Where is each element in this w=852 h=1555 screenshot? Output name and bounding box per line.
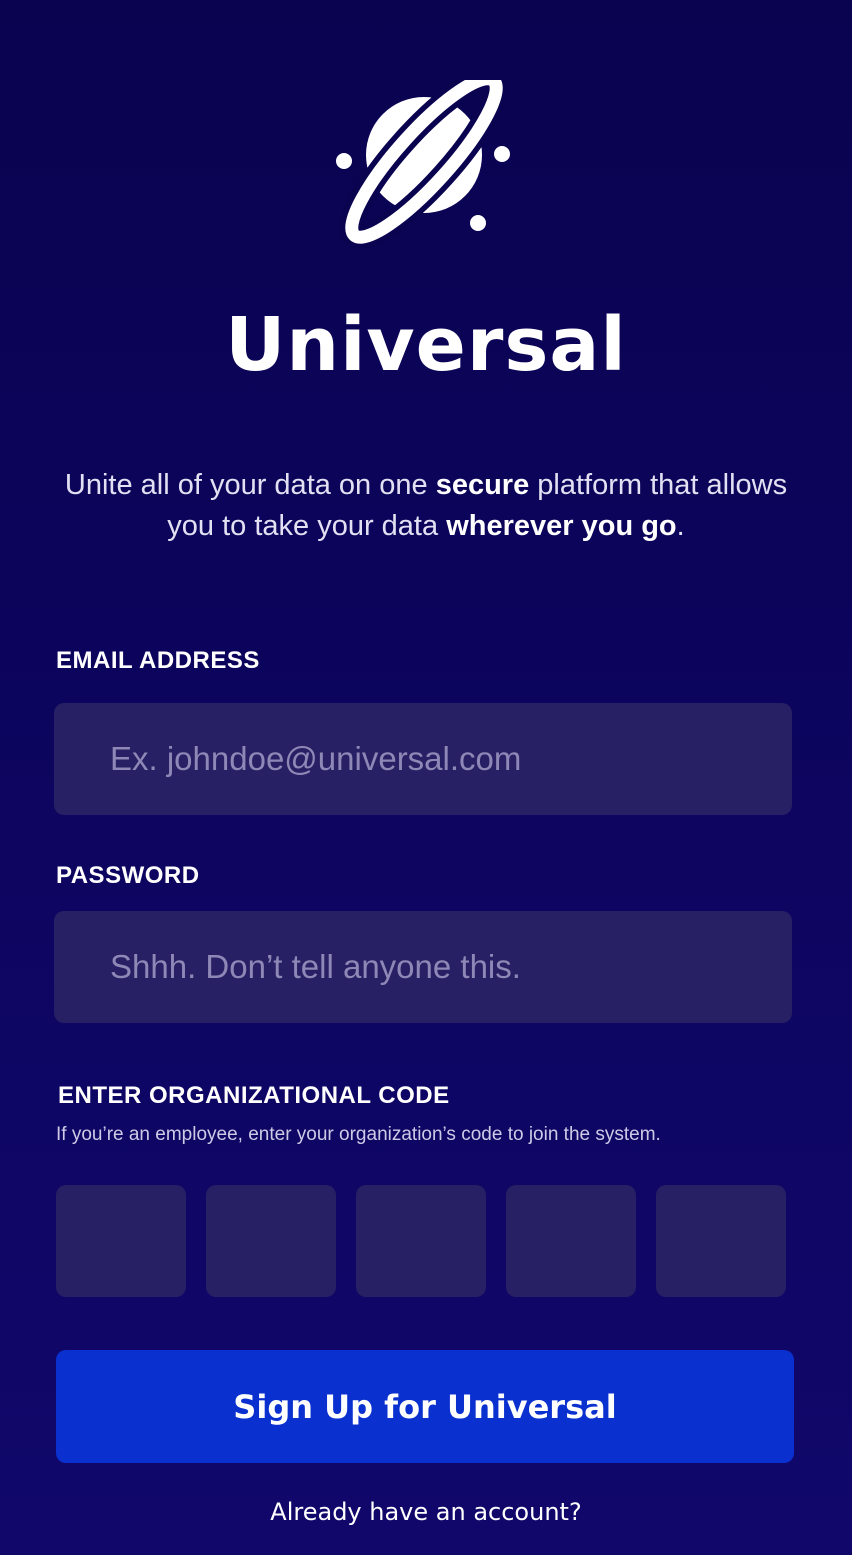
signin-link[interactable]: Already have an account? [0,1498,852,1526]
org-code-hint: If you’re an employee, enter your organi… [56,1124,661,1145]
password-field[interactable] [54,911,792,1023]
org-code-digit-3[interactable] [356,1185,486,1297]
org-code-digit-5[interactable] [656,1185,786,1297]
planet-icon [336,80,510,250]
email-label: EMAIL ADDRESS [56,647,260,674]
tagline: Unite all of your data on one secure pla… [60,465,792,547]
email-field[interactable] [54,703,792,815]
tagline-text: Unite all of your data on one [64,469,436,501]
org-code-digit-4[interactable] [506,1185,636,1297]
password-label: PASSWORD [56,862,200,889]
tagline-emphasis-wherever: wherever you go [446,510,677,542]
app-title: Universal [225,302,627,388]
tagline-text: . [676,510,685,542]
org-code-digit-1[interactable] [56,1185,186,1297]
org-code-digit-2[interactable] [206,1185,336,1297]
tagline-emphasis-secure: secure [435,469,530,501]
org-code-label: ENTER ORGANIZATIONAL CODE [58,1082,450,1109]
org-code-inputs [56,1185,786,1297]
signup-button[interactable]: Sign Up for Universal [56,1350,794,1463]
